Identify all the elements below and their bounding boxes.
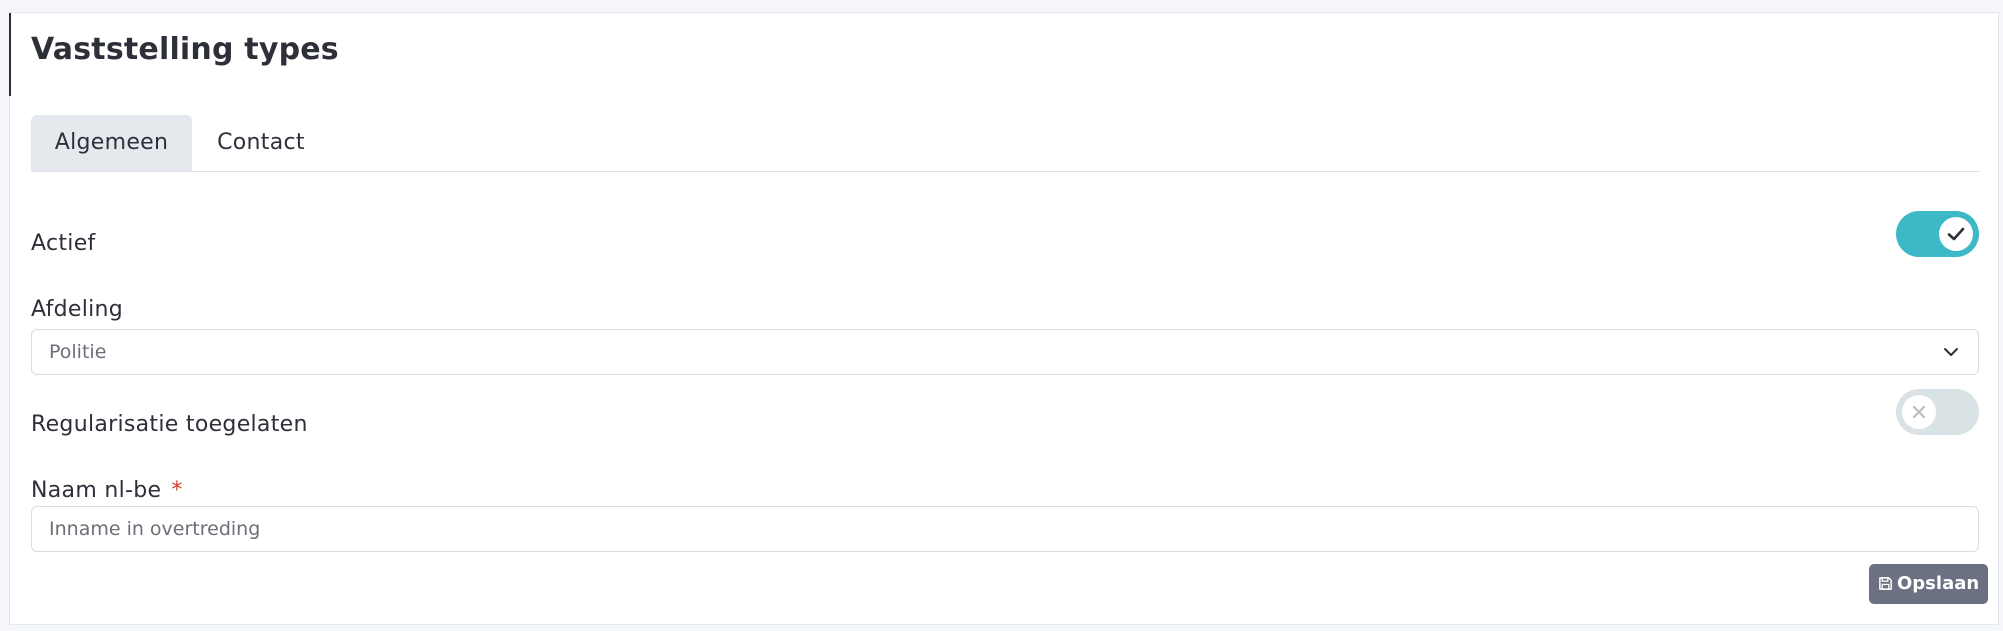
toggle-knob — [1902, 395, 1936, 429]
chevron-down-icon — [1944, 348, 1958, 356]
tab-contact[interactable]: Contact — [192, 115, 330, 171]
check-icon — [1947, 227, 1965, 241]
tab-algemeen[interactable]: Algemeen — [31, 115, 192, 171]
save-button[interactable]: Opslaan — [1869, 564, 1988, 604]
naam-input[interactable]: Inname in overtreding — [31, 506, 1979, 552]
naam-input-value: Inname in overtreding — [49, 518, 261, 540]
afdeling-select[interactable]: Politie — [31, 329, 1979, 375]
settings-card: Vaststelling types Algemeen Contact Acti… — [9, 12, 1999, 625]
save-button-label: Opslaan — [1897, 573, 1980, 594]
actief-toggle[interactable] — [1896, 211, 1979, 257]
close-icon — [1912, 405, 1926, 419]
tab-bar: Algemeen Contact — [31, 115, 1979, 172]
naam-label: Naam nl-be * — [31, 478, 183, 503]
afdeling-label: Afdeling — [31, 297, 124, 322]
actief-label: Actief — [31, 231, 96, 256]
regularisatie-label: Regularisatie toegelaten — [31, 412, 308, 437]
toggle-knob — [1939, 217, 1973, 251]
afdeling-selected-value: Politie — [49, 341, 107, 363]
regularisatie-toggle[interactable] — [1896, 389, 1979, 435]
floppy-disk-icon — [1879, 577, 1892, 590]
card-accent-bar — [9, 13, 11, 96]
page-title: Vaststelling types — [31, 32, 339, 67]
naam-label-text: Naam nl-be — [31, 478, 162, 503]
required-indicator: * — [171, 478, 183, 503]
